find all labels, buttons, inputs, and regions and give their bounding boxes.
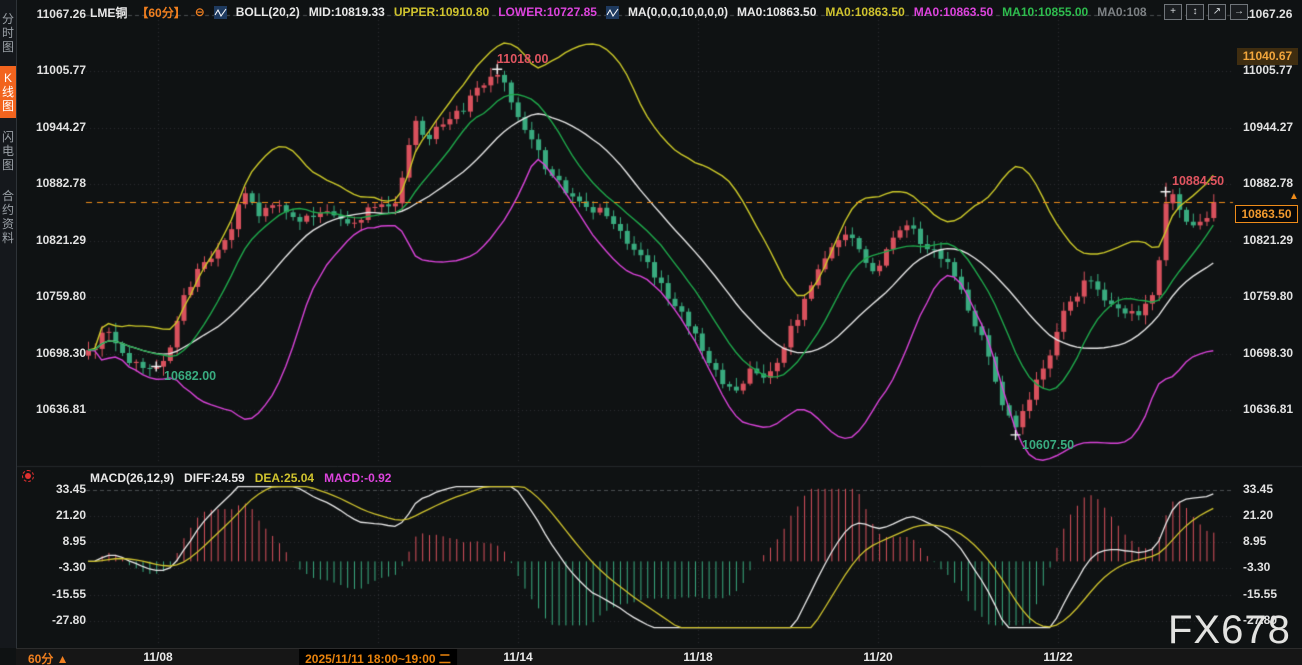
macd-hist-value: MACD:-0.92: [324, 471, 391, 485]
axis-tick-label: -15.55: [20, 587, 86, 601]
axis-tick-label: 21.20: [1243, 508, 1301, 522]
price-direction-arrow-icon: ▲: [1289, 191, 1299, 202]
axis-tick-label: 21.20: [20, 508, 86, 522]
axis-tick-label: -15.55: [1243, 587, 1301, 601]
annotation-swing-high-2: 10884.50: [1172, 174, 1224, 188]
axis-tick-label: 8.95: [20, 534, 86, 548]
x-axis-date-label: 11/14: [503, 650, 532, 664]
axis-tick-label: 10636.81: [1243, 402, 1301, 416]
axis-tick-label: 8.95: [1243, 534, 1301, 548]
ma-value-4: MA10:10855.00: [1002, 5, 1088, 19]
ma-name: MA(0,0,0,10,0,0,0): [628, 5, 728, 19]
axis-tick-label: -3.30: [20, 560, 86, 574]
axis-tick-label: -3.30: [1243, 560, 1301, 574]
axis-tick-label: -27.80: [20, 613, 86, 627]
ma-value-3: MA0:10863.50: [914, 5, 993, 19]
symbol-name: LME铜: [90, 4, 127, 21]
indicator-header: LME铜 【60分】 ⊖ BOLL(20,2) MID:10819.33 UPP…: [90, 3, 1147, 21]
sidebar-tab-1[interactable]: 分时图: [0, 7, 16, 59]
x-axis-date-label: 11/08: [143, 650, 172, 664]
ma-indicator-icon[interactable]: [606, 6, 619, 19]
annotation-swing-high-1: 11018.00: [497, 52, 548, 66]
x-axis-date-label: 11/18: [683, 650, 712, 664]
selected-bar-timestamp: 2025/11/11 18:00~19:00 二: [299, 649, 457, 665]
macd-title: MACD(26,12,9): [90, 471, 174, 485]
axis-tick-label: 10759.80: [20, 289, 86, 303]
current-price-tag: 10863.50: [1235, 205, 1298, 223]
ma-value-2: MA0:10863.50: [825, 5, 904, 19]
x-axis-date-label: 11/20: [863, 650, 892, 664]
axis-tick-label: 10882.78: [20, 176, 86, 190]
boll-indicator-icon[interactable]: [214, 6, 227, 19]
axis-tick-label: 11067.26: [20, 7, 86, 21]
axis-tick-label: 10759.80: [1243, 289, 1301, 303]
pane-switch-icon[interactable]: →: [1230, 4, 1248, 20]
candlestick-chart-canvas[interactable]: [0, 0, 1302, 665]
annotation-swing-low-2: 10607.50: [1022, 438, 1074, 452]
period-selector[interactable]: 60分 ▲: [28, 650, 69, 665]
chart-type-sidebar: 分时图 K线图闪电图合约资料: [0, 0, 17, 648]
axis-zoom-out-icon[interactable]: ↗: [1208, 4, 1226, 20]
boll-upper-value: UPPER:10910.80: [394, 5, 489, 19]
macd-diff-value: DIFF:24.59: [184, 471, 245, 485]
axis-tick-label: 33.45: [1243, 482, 1301, 496]
kline-chart-window: 分时图 K线图闪电图合约资料 LME铜 【60分】 ⊖ BOLL(20,2) MI…: [0, 0, 1302, 665]
axis-tick-label: 11067.26: [1243, 7, 1301, 21]
axis-tick-label: 10882.78: [1243, 176, 1301, 190]
sidebar-tab-3[interactable]: 闪电图: [0, 125, 16, 177]
crosshair-tool-icon[interactable]: +: [1164, 4, 1182, 20]
period-badge[interactable]: 【60分】: [136, 4, 185, 21]
macd-dea-value: DEA:25.04: [255, 471, 314, 485]
ma-value-1: MA0:10863.50: [737, 5, 816, 19]
macd-header: MACD(26,12,9) DIFF:24.59 DEA:25.04 MACD:…: [90, 471, 391, 485]
axis-tick-label: 10698.30: [20, 346, 86, 360]
axis-tick-label: 33.45: [20, 482, 86, 496]
time-axis-bar: 60分 ▲ 2025/11/11 18:00~19:00 二 11/08 11/1…: [16, 648, 1302, 665]
chart-toolbar: +↕↗→: [1164, 4, 1248, 20]
axis-tick-label: 10821.29: [20, 233, 86, 247]
macd-indicator-marker-icon[interactable]: [22, 470, 34, 482]
axis-tick-label: 11005.77: [20, 63, 86, 77]
axis-zoom-in-icon[interactable]: ↕: [1186, 4, 1204, 20]
axis-tick-label: 10944.27: [20, 120, 86, 134]
sidebar-tab-2[interactable]: K线图: [0, 66, 16, 118]
axis-tick-label: 10821.29: [1243, 233, 1301, 247]
collapse-icon[interactable]: ⊖: [195, 5, 205, 19]
fx678-watermark: FX678: [1168, 608, 1291, 653]
axis-tick-label: 10698.30: [1243, 346, 1301, 360]
ma-value-5: MA0:108: [1097, 5, 1146, 19]
boll-lower-value: LOWER:10727.85: [498, 5, 597, 19]
sidebar-tab-4[interactable]: 合约资料: [0, 184, 16, 250]
x-axis-date-label: 11/22: [1043, 650, 1072, 664]
annotation-swing-low-1: 10682.00: [164, 369, 216, 383]
axis-tick-label: 10944.27: [1243, 120, 1301, 134]
axis-tick-label: 11005.77: [1243, 63, 1301, 77]
boll-name: BOLL(20,2): [236, 5, 300, 19]
axis-tick-label: 10636.81: [20, 402, 86, 416]
boll-mid-value: MID:10819.33: [309, 5, 385, 19]
session-high-tag: 11040.67: [1237, 48, 1298, 65]
